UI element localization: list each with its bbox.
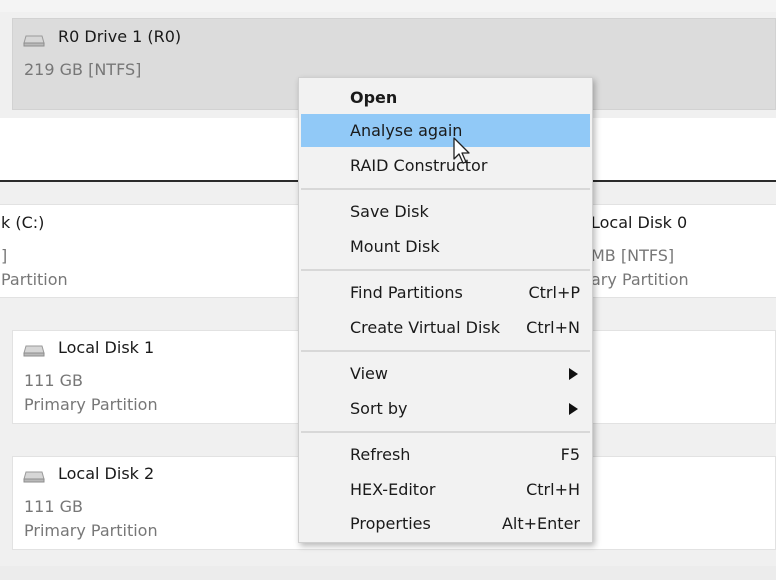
menu-item-hex-editor[interactable]: HEX-Editor Ctrl+H — [301, 473, 590, 506]
disk-card-local-0[interactable]: Local Disk 0 MB [NTFS] ary Partition — [580, 204, 776, 298]
disk-size: ] — [1, 246, 8, 265]
hard-drive-icon — [23, 471, 45, 483]
disk-size: MB [NTFS] — [591, 246, 675, 265]
disk-name: k (C:) — [1, 213, 45, 232]
disk-name: Local Disk 0 — [591, 213, 688, 232]
disk-type: Primary Partition — [24, 395, 158, 414]
disk-size: 111 GB — [24, 497, 83, 516]
menu-item-properties[interactable]: Properties Alt+Enter — [301, 507, 590, 540]
disk-type: Primary Partition — [24, 521, 158, 540]
menu-separator — [301, 269, 590, 271]
disk-size: 111 GB — [24, 371, 83, 390]
menu-item-shortcut: Alt+Enter — [501, 514, 580, 533]
disk-type: ary Partition — [591, 270, 689, 289]
menu-item-label: Refresh — [350, 445, 411, 464]
menu-item-label: Open — [350, 88, 398, 107]
menu-item-label: Find Partitions — [350, 283, 463, 302]
disk-type: Partition — [1, 270, 68, 289]
menu-item-shortcut: Ctrl+H — [526, 480, 580, 499]
menu-item-shortcut: Ctrl+N — [526, 318, 580, 337]
hard-drive-icon — [23, 345, 45, 357]
chevron-right-icon — [569, 368, 578, 380]
menu-item-shortcut: F5 — [560, 445, 580, 464]
menu-item-label: HEX-Editor — [350, 480, 436, 499]
menu-item-open[interactable]: Open — [301, 81, 590, 114]
menu-item-create-virtual-disk[interactable]: Create Virtual Disk Ctrl+N — [301, 311, 590, 344]
menu-item-label: Properties — [350, 514, 431, 533]
mouse-pointer-icon — [453, 137, 470, 164]
menu-item-refresh[interactable]: Refresh F5 — [301, 438, 590, 471]
menu-item-label: Mount Disk — [350, 237, 440, 256]
menu-separator — [301, 188, 590, 190]
disk-name: R0 Drive 1 (R0) — [58, 27, 182, 46]
hard-drive-icon — [23, 35, 45, 47]
menu-item-save-disk[interactable]: Save Disk — [301, 195, 590, 228]
menu-item-label: View — [350, 364, 388, 383]
menu-item-view[interactable]: View — [301, 357, 590, 390]
menu-separator — [301, 431, 590, 433]
chevron-right-icon — [569, 403, 578, 415]
menu-item-analyse-again[interactable]: Analyse again — [301, 114, 590, 147]
menu-item-label: Sort by — [350, 399, 408, 418]
disk-name: Local Disk 2 — [58, 464, 155, 483]
context-menu: Open Analyse again RAID Constructor Save… — [298, 77, 593, 543]
menu-item-mount-disk[interactable]: Mount Disk — [301, 230, 590, 263]
menu-item-sort-by[interactable]: Sort by — [301, 392, 590, 425]
menu-item-label: Save Disk — [350, 202, 429, 221]
disk-size: 219 GB [NTFS] — [24, 60, 142, 79]
menu-separator — [301, 350, 590, 352]
disk-card-c[interactable]: k (C:) ] Partition — [0, 204, 310, 298]
top-strip — [0, 0, 776, 12]
menu-item-raid-constructor[interactable]: RAID Constructor — [301, 149, 590, 182]
bottom-strip — [0, 566, 776, 580]
menu-item-label: Analyse again — [350, 121, 463, 140]
disk-name: Local Disk 1 — [58, 338, 155, 357]
menu-item-find-partitions[interactable]: Find Partitions Ctrl+P — [301, 276, 590, 309]
menu-item-shortcut: Ctrl+P — [528, 283, 580, 302]
menu-item-label: Create Virtual Disk — [350, 318, 500, 337]
